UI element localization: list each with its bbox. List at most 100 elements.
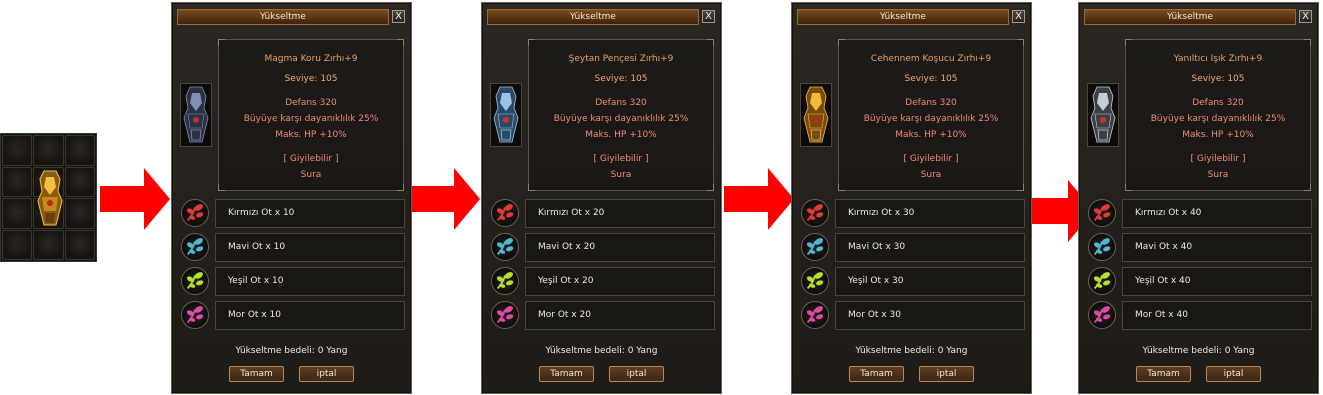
material-row: Yeşil Ot x 10 [215,267,405,296]
material-row: Kırmızı Ot x 40 [1122,199,1312,228]
item-slot[interactable] [490,83,522,147]
purple-herb-icon[interactable] [1088,301,1116,329]
item-slot[interactable] [180,83,212,147]
blue-herb-icon[interactable] [491,233,519,261]
window-title: Yükseltme [487,9,699,25]
item-level: Seviye: 105 [284,74,338,84]
material-row: Mor Ot x 20 [525,301,715,330]
item-class: Sura [610,170,632,180]
material-label: Mor Ot x 30 [848,310,901,320]
close-button[interactable]: X [392,10,405,23]
item-name: Yanıltıcı Işık Zırhı+9 [1173,54,1263,64]
inventory-slot[interactable] [33,135,64,166]
item-name: Magma Koru Zırhı+9 [264,54,358,64]
cancel-button[interactable]: iptal [919,366,974,382]
item-slot[interactable] [800,83,832,147]
green-herb-icon[interactable] [491,267,519,295]
upgrade-cost: Yükseltme bedeli: 0 Yang [235,346,348,356]
window-title: Yükseltme [797,9,1009,25]
inventory-slot[interactable] [64,135,95,166]
blue-herb-icon[interactable] [181,233,209,261]
arrow-right-icon [100,168,170,230]
cancel-button[interactable]: iptal [609,366,664,382]
red-herb-icon[interactable] [181,199,209,227]
material-label: Kırmızı Ot x 20 [538,208,605,218]
gold-armor-icon[interactable] [34,167,66,229]
material-label: Yeşil Ot x 20 [538,276,594,286]
close-button[interactable]: X [1012,10,1025,23]
material-label: Mor Ot x 10 [228,310,281,320]
item-info-box: Cehennem Koşucu Zırhı+9 Seviye: 105 Defa… [838,39,1024,191]
close-button[interactable]: X [702,10,715,23]
item-wearable: [ Giyilebilir ] [283,154,339,164]
red-herb-icon[interactable] [801,199,829,227]
item-max-hp: Maks. HP +10% [895,130,967,140]
item-defense: Defans 320 [905,98,957,108]
item-magic-resist: Büyüye karşı dayanıklılık 25% [243,114,379,124]
item-class: Sura [920,170,942,180]
inventory-slot[interactable] [33,229,64,260]
item-class: Sura [1207,170,1229,180]
material-row: Yeşil Ot x 20 [525,267,715,296]
material-row: Mor Ot x 10 [215,301,405,330]
item-magic-resist: Büyüye karşı dayanıklılık 25% [1150,114,1286,124]
material-label: Mavi Ot x 40 [1135,242,1193,252]
armor-icon [183,86,209,143]
blue-herb-icon[interactable] [1088,233,1116,261]
inventory-slot[interactable] [2,135,33,166]
material-label: Kırmızı Ot x 10 [228,208,295,218]
inventory-slot[interactable] [64,198,95,229]
inventory-slot[interactable] [2,166,33,197]
purple-herb-icon[interactable] [801,301,829,329]
item-defense: Defans 320 [595,98,647,108]
close-button[interactable]: X [1299,10,1312,23]
ok-button[interactable]: Tamam [229,366,284,382]
purple-herb-icon[interactable] [491,301,519,329]
item-info-box: Şeytan Pençesi Zırhı+9 Seviye: 105 Defan… [528,39,714,191]
armor-icon [803,86,829,143]
material-row: Mor Ot x 30 [835,301,1025,330]
material-label: Mavi Ot x 10 [228,242,286,252]
ok-button[interactable]: Tamam [539,366,594,382]
material-row: Mavi Ot x 30 [835,233,1025,262]
material-row: Mavi Ot x 40 [1122,233,1312,262]
armor-icon [1090,86,1116,143]
inventory-slot[interactable] [64,166,95,197]
green-herb-icon[interactable] [1088,267,1116,295]
material-label: Yeşil Ot x 10 [228,276,284,286]
inventory-slot[interactable] [2,198,33,229]
item-wearable: [ Giyilebilir ] [593,154,649,164]
material-row: Mavi Ot x 10 [215,233,405,262]
cancel-button[interactable]: iptal [299,366,354,382]
item-slot[interactable] [1087,83,1119,147]
material-row: Yeşil Ot x 40 [1122,267,1312,296]
upgrade-window: Yükseltme X Magma Koru Zırhı+9 Seviye: 1… [171,2,412,394]
material-row: Mor Ot x 40 [1122,301,1312,330]
item-level: Seviye: 105 [904,74,958,84]
purple-herb-icon[interactable] [181,301,209,329]
blue-herb-icon[interactable] [801,233,829,261]
material-label: Yeşil Ot x 40 [1135,276,1191,286]
upgrade-window: Yükseltme X Şeytan Pençesi Zırhı+9 Seviy… [481,2,722,394]
red-herb-icon[interactable] [1088,199,1116,227]
material-label: Kırmızı Ot x 30 [848,208,915,218]
inventory-slot[interactable] [2,229,33,260]
inventory-slot[interactable] [64,229,95,260]
ok-button[interactable]: Tamam [1136,366,1191,382]
red-herb-icon[interactable] [491,199,519,227]
cancel-button[interactable]: iptal [1206,366,1261,382]
material-label: Mor Ot x 40 [1135,310,1188,320]
material-label: Mavi Ot x 30 [848,242,906,252]
material-row: Kırmızı Ot x 20 [525,199,715,228]
material-row: Mavi Ot x 20 [525,233,715,262]
material-row: Kırmızı Ot x 30 [835,199,1025,228]
green-herb-icon[interactable] [181,267,209,295]
item-max-hp: Maks. HP +10% [1182,130,1254,140]
item-name: Cehennem Koşucu Zırhı+9 [870,54,992,64]
ok-button[interactable]: Tamam [849,366,904,382]
upgrade-window: Yükseltme X Cehennem Koşucu Zırhı+9 Sevi… [791,2,1032,394]
green-herb-icon[interactable] [801,267,829,295]
material-label: Kırmızı Ot x 40 [1135,208,1202,218]
window-title: Yükseltme [1084,9,1296,25]
item-max-hp: Maks. HP +10% [275,130,347,140]
